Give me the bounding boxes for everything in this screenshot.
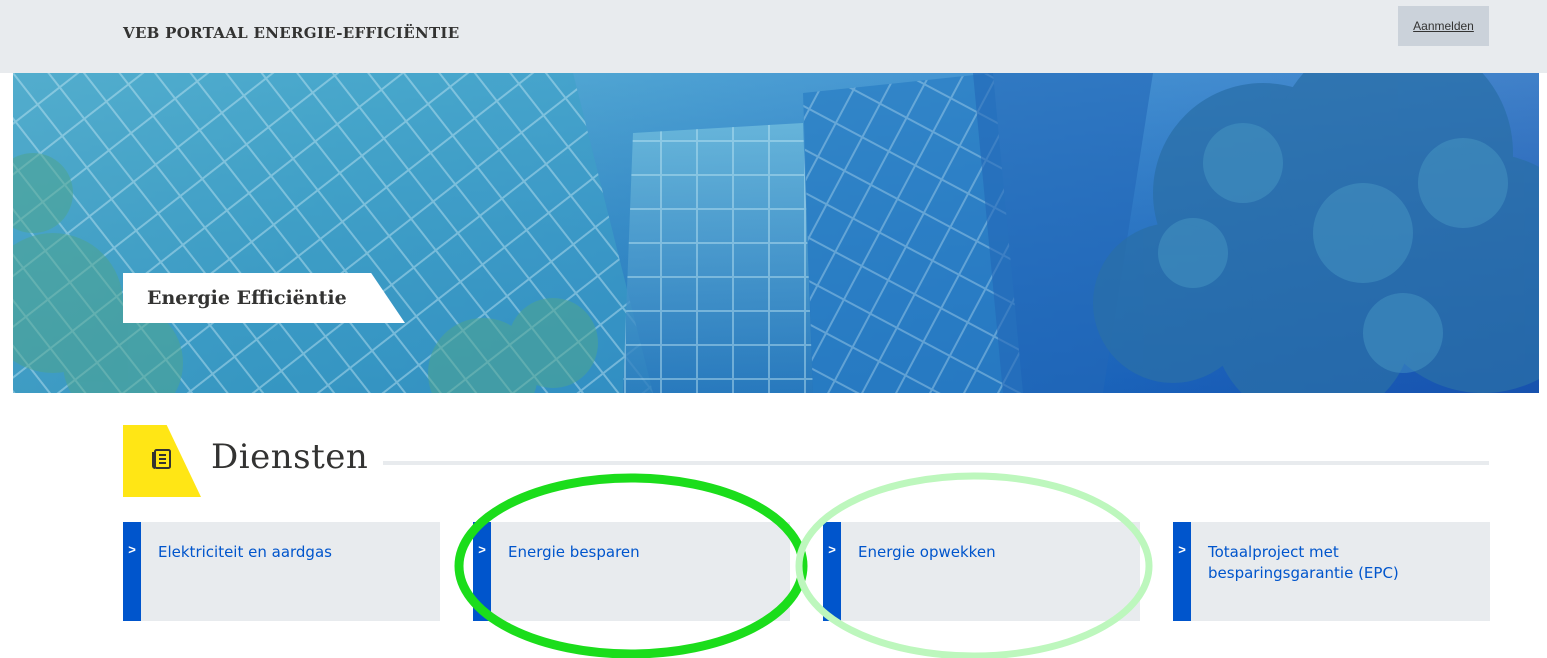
chevron-right-icon: >: [128, 542, 136, 557]
hero-title: Energie Efficiëntie: [123, 273, 405, 323]
service-card-energie-opwekken[interactable]: > Energie opwekken: [823, 522, 1140, 621]
top-bar: VEB PORTAAL ENERGIE-EFFICIËNTIE Aanmelde…: [0, 0, 1547, 73]
service-cards: > Elektriciteit en aardgas > Energie bes…: [123, 522, 1490, 622]
card-label: Energie besparen: [508, 543, 640, 561]
service-card-elektriciteit-aardgas[interactable]: > Elektriciteit en aardgas: [123, 522, 440, 621]
section-divider: [383, 461, 1489, 465]
hero-image: [13, 73, 1539, 393]
service-card-totaalproject-epc[interactable]: > Totaalproject met besparingsgarantie (…: [1173, 522, 1490, 621]
chevron-right-icon: >: [478, 542, 486, 557]
service-card-energie-besparen[interactable]: > Energie besparen: [473, 522, 790, 621]
section-header: Diensten: [123, 425, 1489, 497]
login-button[interactable]: Aanmelden: [1398, 6, 1489, 46]
card-accent-bar: [1173, 522, 1191, 621]
hero-banner: Energie Efficiëntie: [13, 73, 1539, 393]
card-label: Totaalproject met besparingsgarantie (EP…: [1208, 543, 1399, 582]
card-accent-bar: [123, 522, 141, 621]
section-title: Diensten: [211, 437, 369, 477]
portal-title[interactable]: VEB PORTAAL ENERGIE-EFFICIËNTIE: [123, 24, 459, 42]
card-label: Elektriciteit en aardgas: [158, 543, 332, 561]
card-accent-bar: [473, 522, 491, 621]
document-list-icon: [152, 449, 171, 469]
chevron-right-icon: >: [1178, 542, 1186, 557]
card-label: Energie opwekken: [858, 543, 996, 561]
card-accent-bar: [823, 522, 841, 621]
chevron-right-icon: >: [828, 542, 836, 557]
